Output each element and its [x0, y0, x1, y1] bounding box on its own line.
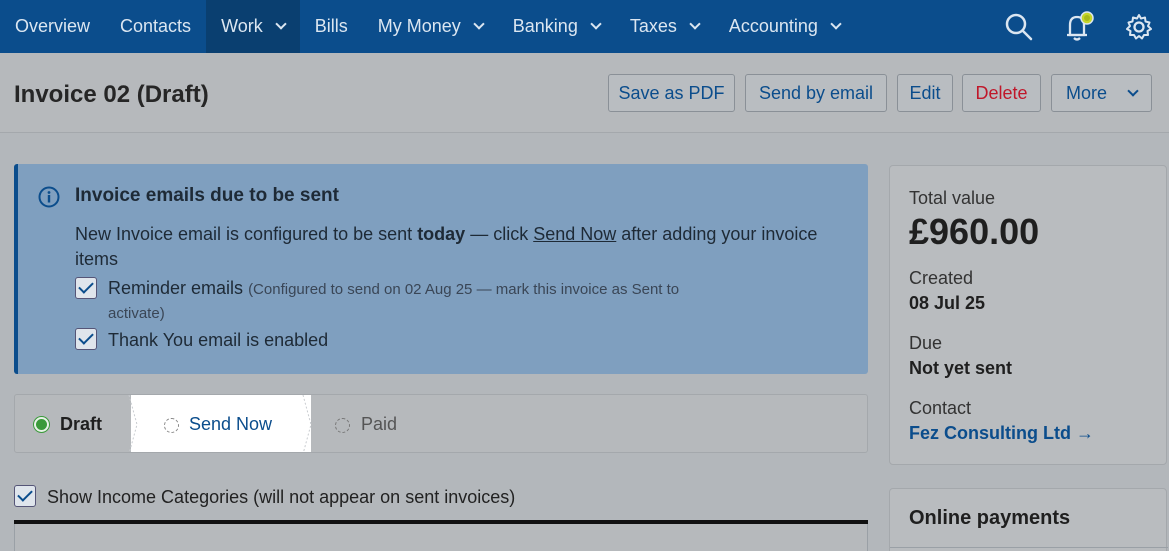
- nav-banking[interactable]: Banking: [498, 0, 615, 53]
- nav-icon-group: [989, 0, 1169, 53]
- invoice-items-area: [14, 524, 868, 551]
- nav-overview-label: Overview: [15, 16, 91, 36]
- alert-message-part: — click: [465, 224, 534, 244]
- chevron-down-icon: [275, 18, 287, 30]
- chevron-down-icon: [590, 18, 602, 30]
- invoice-status-steps: Draft Send Now Paid: [14, 394, 868, 453]
- paid-status-dot-icon: [335, 418, 350, 433]
- nav-banking-label: Banking: [512, 16, 578, 36]
- contact-label: Contact: [909, 398, 972, 418]
- top-navigation: Overview Contacts Work Bills My Money Ba…: [0, 0, 1169, 53]
- delete-button[interactable]: Delete: [962, 74, 1041, 112]
- nav-contacts[interactable]: Contacts: [105, 0, 206, 53]
- nav-overview[interactable]: Overview: [0, 0, 105, 53]
- step-send-now-label[interactable]: Send Now: [189, 414, 272, 435]
- reminder-emails-row: Reminder emails (Configured to send on 0…: [108, 278, 679, 299]
- draft-status-dot-icon: [34, 417, 49, 432]
- invoice-summary-panel: Total value £960.00 Created 08 Jul 25 Du…: [889, 165, 1167, 465]
- chevron-down-icon: [1127, 84, 1139, 97]
- page-title: Invoice 02 (Draft): [14, 81, 209, 108]
- save-as-pdf-button[interactable]: Save as PDF: [608, 74, 735, 112]
- page-header: Invoice 02 (Draft) Save as PDF Send by e…: [0, 53, 1169, 133]
- nav-bills-label: Bills: [314, 16, 348, 36]
- chevron-down-icon: [689, 18, 701, 30]
- reminder-emails-checkbox[interactable]: [75, 277, 97, 299]
- step-divider: [128, 395, 138, 452]
- send-by-email-button[interactable]: Send by email: [745, 74, 887, 112]
- nav-my-money[interactable]: My Money: [363, 0, 498, 53]
- show-income-categories-checkbox[interactable]: [14, 485, 36, 507]
- total-value: £960.00: [909, 211, 1040, 252]
- contact-link[interactable]: Fez Consulting Ltd →: [909, 423, 1094, 444]
- nav-contacts-label: Contacts: [120, 16, 192, 36]
- divider: [890, 547, 1168, 548]
- reminder-emails-note: (Configured to send on 02 Aug 25 — mark …: [248, 281, 680, 298]
- nav-work[interactable]: Work: [206, 0, 300, 53]
- alert-message: New Invoice email is configured to be se…: [75, 222, 865, 272]
- due-label: Due: [909, 333, 943, 353]
- thank-you-email-label: Thank You email is enabled: [108, 330, 329, 350]
- step-draft-label: Draft: [60, 414, 103, 434]
- nav-work-label: Work: [221, 16, 263, 36]
- nav-my-money-label: My Money: [377, 16, 461, 36]
- online-payments-title: Online payments: [909, 507, 1071, 529]
- step-paid-label: Paid: [361, 414, 398, 434]
- invoice-email-alert: Invoice emails due to be sent New Invoic…: [14, 164, 868, 374]
- total-value-label: Total value: [909, 188, 996, 208]
- reminder-emails-note-cont: activate): [108, 305, 165, 322]
- online-payments-panel: Online payments: [889, 488, 1168, 551]
- show-income-categories-label: Show Income Categories (will not appear …: [47, 487, 516, 507]
- created-label: Created: [909, 268, 974, 288]
- due-value: Not yet sent: [909, 358, 1013, 378]
- reminder-emails-label: Reminder emails: [108, 278, 244, 298]
- nav-accounting-label: Accounting: [728, 16, 818, 36]
- thank-you-email-checkbox[interactable]: [75, 328, 97, 350]
- chevron-down-icon: [473, 18, 485, 30]
- edit-button[interactable]: Edit: [897, 74, 953, 112]
- nav-accounting[interactable]: Accounting: [714, 0, 855, 53]
- nav-bills[interactable]: Bills: [300, 0, 363, 53]
- more-button-label: More: [1065, 82, 1107, 103]
- search-icon[interactable]: [989, 0, 1049, 53]
- created-value: 08 Jul 25: [909, 293, 986, 313]
- settings-gear-icon[interactable]: [1109, 0, 1169, 53]
- alert-message-part: New Invoice email is configured to be se…: [75, 224, 418, 244]
- notification-bell-icon[interactable]: [1049, 0, 1109, 53]
- nav-taxes-label: Taxes: [629, 16, 677, 36]
- send-now-link[interactable]: Send Now: [533, 224, 616, 244]
- nav-taxes[interactable]: Taxes: [615, 0, 714, 53]
- send-now-status-dot-icon: [164, 418, 179, 433]
- info-icon: [38, 186, 60, 213]
- more-button[interactable]: More: [1051, 74, 1152, 112]
- alert-title: Invoice emails due to be sent: [75, 185, 339, 206]
- alert-message-today: today: [417, 224, 466, 244]
- chevron-down-icon: [830, 18, 842, 30]
- step-divider: [302, 395, 312, 452]
